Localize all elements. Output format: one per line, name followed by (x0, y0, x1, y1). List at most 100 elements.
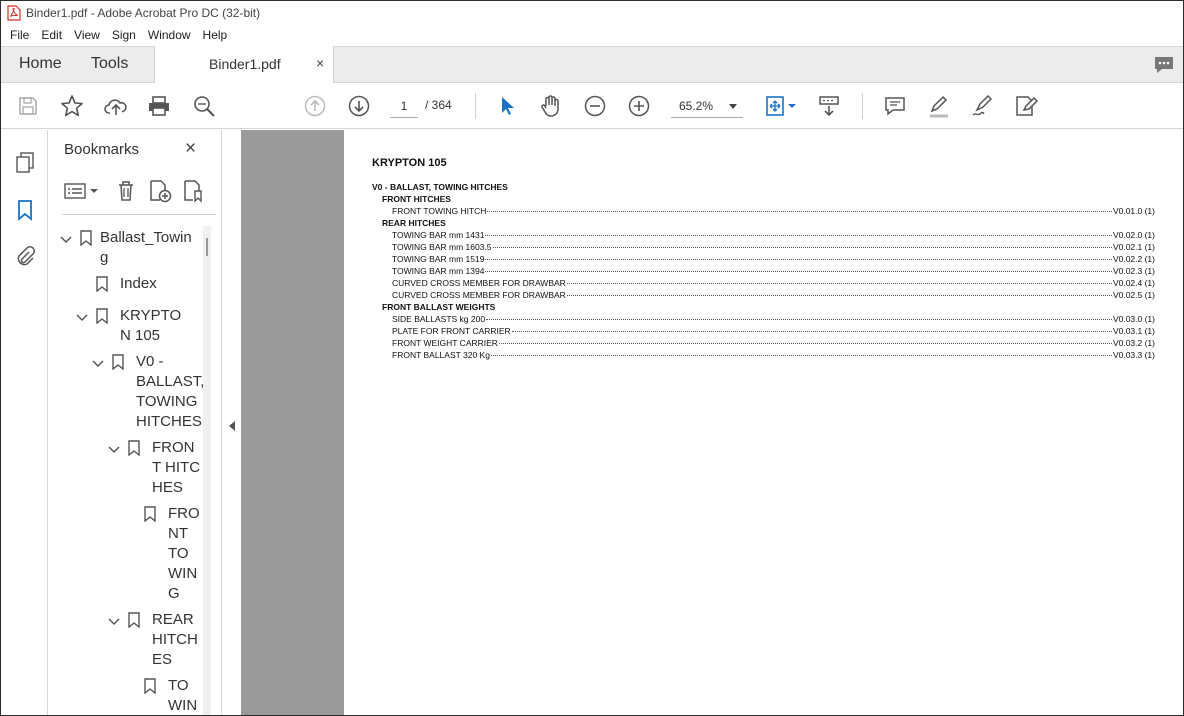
bookmark-icon (128, 440, 140, 457)
page-thumbnails-icon[interactable] (12, 149, 38, 175)
bookmark-label: FRONT TOWING (168, 505, 200, 602)
toc-entry[interactable]: PLATE FOR FRONT CARRIER V0.03.1 (1) (372, 325, 1155, 337)
zoom-out-icon[interactable] (582, 93, 608, 119)
bookmark-panel-icon[interactable] (12, 197, 38, 223)
toc-entry-text: TOWING BAR mm 1431 (392, 230, 485, 240)
next-page-icon[interactable] (346, 93, 372, 119)
bookmark-icon (112, 354, 124, 371)
page-number-input[interactable]: 1 (390, 94, 418, 118)
fit-page-icon[interactable] (763, 93, 799, 119)
attachment-icon[interactable] (12, 243, 38, 269)
scroll-mode-icon[interactable] (816, 93, 842, 119)
menu-view[interactable]: View (68, 25, 106, 46)
sign-pen-icon[interactable] (970, 93, 996, 119)
zoom-level-select[interactable]: 65.2% (671, 94, 743, 118)
toc-entry-ref: V0.02.5 (1) (1112, 290, 1155, 300)
bookmarks-scrollbar[interactable] (203, 226, 211, 715)
chevron-down-icon[interactable] (108, 615, 120, 627)
toc-entry-text: TOWING BAR mm 1394 (392, 266, 485, 276)
toc-dot-leader (485, 271, 1112, 272)
bookmark-item[interactable]: Ballast_Towing (60, 228, 200, 268)
toc-entry-ref: V0.03.0 (1) (1112, 314, 1155, 324)
fill-sign-icon[interactable] (1014, 93, 1040, 119)
bookmark-item[interactable]: REAR HITCHES (108, 610, 208, 670)
toolbar-divider (862, 93, 863, 119)
toc-entry-ref: V0.02.4 (1) (1112, 278, 1155, 288)
select-cursor-icon[interactable] (494, 93, 520, 119)
toc-entry[interactable]: TOWING BAR mm 1603.5 V0.02.1 (1) (372, 241, 1155, 253)
bookmark-item[interactable]: FRONT HITCHES (108, 438, 208, 498)
bookmark-label: V0 - BALLAST, TOWING HITCHES (136, 353, 205, 430)
tab-document[interactable]: Binder1.pdf × (154, 46, 334, 83)
tab-tools[interactable]: Tools (91, 55, 128, 73)
chevron-down-icon[interactable] (108, 443, 120, 455)
chevron-down-icon (729, 104, 737, 109)
bookmark-item[interactable]: V0 - BALLAST, TOWING HITCHES (92, 352, 207, 432)
toc-dot-leader (485, 259, 1112, 260)
bookmark-label: KRYPTON 105 (120, 307, 182, 344)
page-total: / 364 (425, 98, 452, 112)
toc-entry-ref: V0.02.1 (1) (1112, 242, 1155, 252)
bookmark-label: FRONT HITCHES (152, 439, 201, 496)
document-viewport: KRYPTON 105 V0 - BALLAST, TOWING HITCHES… (222, 130, 1183, 715)
comment-icon[interactable] (882, 93, 908, 119)
bookmark-item[interactable]: KRYPTON 105 (76, 306, 201, 346)
bookmark-item[interactable]: TOWING (144, 676, 204, 715)
panel-collapse-strip[interactable] (222, 130, 241, 715)
toc-entry[interactable]: SIDE BALLASTS kg 200 V0.03.0 (1) (372, 313, 1155, 325)
toc-dot-leader (490, 355, 1112, 356)
bookmarks-toolbar (48, 178, 221, 212)
comment-bubble-icon[interactable] (1153, 55, 1175, 80)
toc-heading: FRONT BALLAST WEIGHTS (372, 301, 1155, 313)
star-icon[interactable] (59, 93, 85, 119)
menu-help[interactable]: Help (197, 25, 234, 46)
print-icon[interactable] (146, 93, 172, 119)
tab-document-label: Binder1.pdf (209, 56, 281, 72)
highlighter-icon[interactable] (926, 93, 952, 119)
bookmark-options-icon[interactable] (62, 178, 100, 204)
toc-entry[interactable]: CURVED CROSS MEMBER FOR DRAWBAR V0.02.4 (… (372, 277, 1155, 289)
menu-window[interactable]: Window (142, 25, 197, 46)
menu-file[interactable]: File (4, 25, 35, 46)
toc-entry[interactable]: TOWING BAR mm 1431 V0.02.0 (1) (372, 229, 1155, 241)
zoom-in-icon[interactable] (626, 93, 652, 119)
menu-sign[interactable]: Sign (106, 25, 142, 46)
previous-page-icon[interactable] (302, 93, 328, 119)
toc-entry-ref: V0.03.1 (1) (1112, 326, 1155, 336)
toc-dot-leader (486, 319, 1112, 320)
toc-entry-text: TOWING BAR mm 1603.5 (392, 242, 492, 252)
toc-entry[interactable]: TOWING BAR mm 1394 V0.02.3 (1) (372, 265, 1155, 277)
hand-tool-icon[interactable] (538, 93, 564, 119)
chevron-down-icon[interactable] (60, 233, 72, 245)
tab-close-button[interactable]: × (316, 55, 324, 71)
chevron-down-icon[interactable] (92, 357, 104, 369)
toc-entry[interactable]: FRONT WEIGHT CARRIER V0.03.2 (1) (372, 337, 1155, 349)
tab-home[interactable]: Home (19, 55, 62, 73)
chevron-down-icon[interactable] (76, 311, 88, 323)
upload-cloud-icon[interactable] (103, 93, 129, 119)
toc-entry-ref: V0.03.3 (1) (1112, 350, 1155, 360)
toc-entry-text: FRONT BALLAST 320 Kg (392, 350, 490, 360)
toc-entry[interactable]: FRONT TOWING HITCH V0.01.0 (1) (372, 205, 1155, 217)
table-of-contents: V0 - BALLAST, TOWING HITCHES FRONT HITCHE… (372, 181, 1155, 361)
acrobat-window: Binder1.pdf - Adobe Acrobat Pro DC (32-b… (0, 0, 1184, 716)
bookmark-item[interactable]: Index (96, 274, 196, 294)
bookmarks-close-button[interactable]: × (185, 138, 196, 160)
find-bookmark-icon[interactable] (181, 178, 207, 204)
delete-bookmark-icon[interactable] (113, 178, 139, 204)
collapse-left-arrow-icon[interactable] (229, 421, 235, 431)
zoom-search-icon[interactable] (191, 93, 217, 119)
toc-dot-leader (492, 247, 1112, 248)
navigation-rail (1, 130, 48, 715)
save-icon[interactable] (15, 93, 41, 119)
menu-edit[interactable]: Edit (35, 25, 68, 46)
acrobat-logo-icon (7, 5, 21, 21)
toc-entry[interactable]: CURVED CROSS MEMBER FOR DRAWBAR V0.02.5 (… (372, 289, 1155, 301)
bookmark-item[interactable]: FRONT TOWING (144, 504, 204, 604)
toc-entry-text: V0 - BALLAST, TOWING HITCHES (372, 182, 508, 192)
toc-entry-ref: V0.02.2 (1) (1112, 254, 1155, 264)
new-bookmark-icon[interactable] (147, 178, 173, 204)
toc-entry[interactable]: TOWING BAR mm 1519 V0.02.2 (1) (372, 253, 1155, 265)
toc-entry[interactable]: FRONT BALLAST 320 Kg V0.03.3 (1) (372, 349, 1155, 361)
scrollbar-thumb[interactable] (206, 238, 208, 256)
